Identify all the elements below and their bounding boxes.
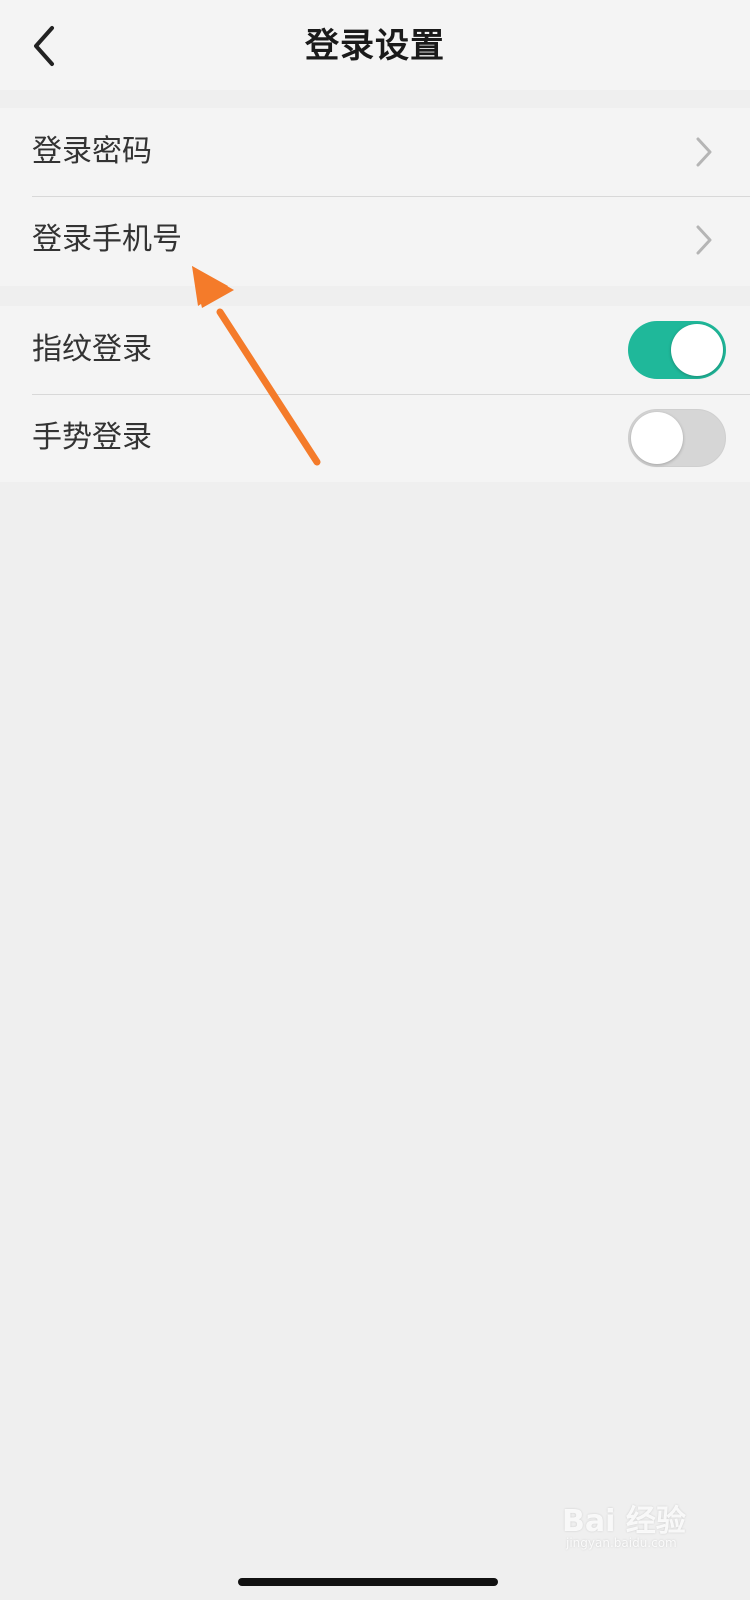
login-password-label: 登录密码 (32, 134, 152, 169)
watermark-text: Bai 经验 (562, 1504, 686, 1539)
gesture-login-toggle[interactable] (628, 409, 726, 467)
settings-group-login-methods: 指纹登录 手势登录 (0, 306, 750, 482)
gesture-login-label: 手势登录 (32, 420, 152, 455)
toggle-knob (631, 412, 683, 464)
login-phone-label: 登录手机号 (32, 222, 182, 257)
settings-group-account: 登录密码 登录手机号 (0, 108, 750, 286)
page-title: 登录设置 (305, 26, 445, 66)
home-indicator[interactable] (238, 1578, 498, 1586)
login-password-item[interactable]: 登录密码 (0, 108, 750, 196)
fingerprint-login-item: 指纹登录 (0, 306, 750, 394)
baidu-jingyan-watermark: Bai 经验 jingyan.baidu.com (562, 1488, 712, 1558)
login-phone-item[interactable]: 登录手机号 (0, 196, 750, 284)
chevron-right-icon (696, 137, 712, 167)
navigation-bar: 登录设置 (0, 0, 750, 90)
chevron-right-icon (696, 225, 712, 255)
fingerprint-login-toggle[interactable] (628, 321, 726, 379)
toggle-knob (671, 324, 723, 376)
watermark-subtext: jingyan.baidu.com (566, 1536, 677, 1550)
fingerprint-login-label: 指纹登录 (32, 332, 152, 367)
gesture-login-item: 手势登录 (0, 394, 750, 482)
